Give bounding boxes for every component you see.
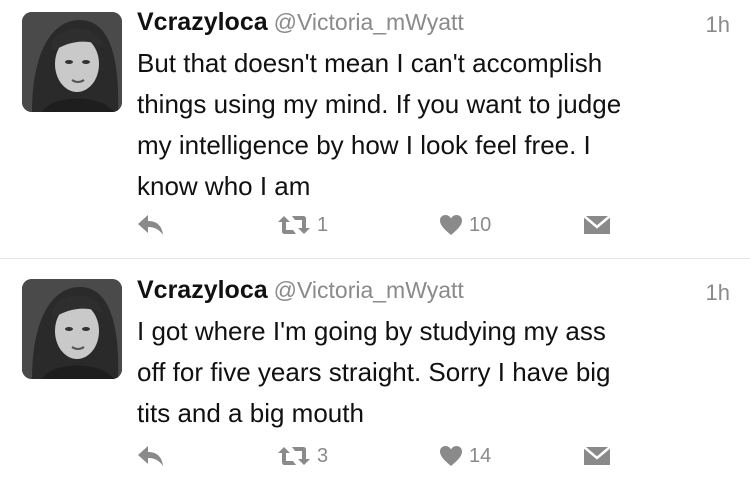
reply-button[interactable] xyxy=(137,208,165,242)
tweet-actions: 3 14 xyxy=(137,439,637,473)
user-handle[interactable]: @Victoria_mWyatt xyxy=(274,277,464,303)
like-button[interactable]: 14 xyxy=(439,439,491,473)
retweet-button[interactable]: 1 xyxy=(277,208,328,242)
retweet-icon xyxy=(278,447,310,465)
like-count: 10 xyxy=(469,213,492,236)
tweet[interactable]: Vcrazyloca @Victoria_mWyatt 1h I got wher… xyxy=(0,259,750,488)
display-name[interactable]: Vcrazyloca xyxy=(137,8,268,36)
timestamp[interactable]: 1h xyxy=(706,280,730,306)
like-count: 14 xyxy=(469,444,492,467)
timestamp[interactable]: 1h xyxy=(706,12,730,38)
tweet-text-line: But that doesn't mean I can't accomplish xyxy=(137,48,603,78)
tweet-header: Vcrazyloca @Victoria_mWyatt 1h xyxy=(137,8,730,42)
tweet-text-line: tits and a big mouth xyxy=(137,398,364,428)
tweet-header: Vcrazyloca @Victoria_mWyatt 1h xyxy=(137,276,730,310)
retweet-count: 3 xyxy=(317,444,329,467)
heart-icon xyxy=(440,215,462,235)
heart-icon xyxy=(440,446,462,466)
like-button[interactable]: 10 xyxy=(439,208,491,242)
reply-icon xyxy=(138,446,163,466)
reply-icon xyxy=(138,215,163,235)
reply-button[interactable] xyxy=(137,439,165,473)
retweet-count: 1 xyxy=(317,213,329,236)
tweet-text-line: my intelligence by how I look feel free.… xyxy=(137,130,591,160)
avatar[interactable] xyxy=(22,279,122,379)
tweet-text: But that doesn't mean I can't accomplish… xyxy=(137,43,737,207)
tweet-text-line: I got where I'm going by studying my ass xyxy=(137,316,606,346)
display-name[interactable]: Vcrazyloca xyxy=(137,276,268,304)
direct-message-icon xyxy=(583,215,611,234)
retweet-icon xyxy=(278,216,310,234)
direct-message-icon xyxy=(583,446,611,465)
tweet-actions: 1 10 xyxy=(137,208,637,242)
avatar[interactable] xyxy=(22,12,122,112)
direct-message-button[interactable] xyxy=(583,208,611,242)
tweet-text-line: things using my mind. If you want to jud… xyxy=(137,89,622,119)
tweet[interactable]: Vcrazyloca @Victoria_mWyatt 1h But that d… xyxy=(0,0,750,258)
tweet-text: I got where I'm going by studying my ass… xyxy=(137,311,737,434)
tweet-text-line: off for five years straight. Sorry I hav… xyxy=(137,357,611,387)
direct-message-button[interactable] xyxy=(583,439,611,473)
tweet-text-line: know who I am xyxy=(137,171,311,201)
retweet-button[interactable]: 3 xyxy=(277,439,328,473)
user-handle[interactable]: @Victoria_mWyatt xyxy=(274,9,464,35)
